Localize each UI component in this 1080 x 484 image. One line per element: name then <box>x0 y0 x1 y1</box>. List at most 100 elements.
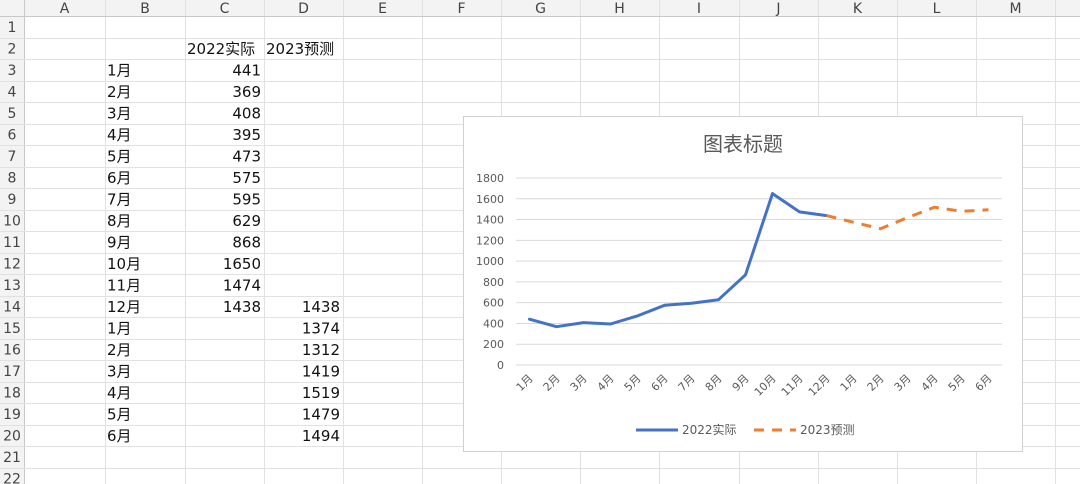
row-header-2[interactable]: 2 <box>8 41 17 57</box>
cell-d17[interactable]: 1419 <box>302 362 340 380</box>
cell-c12[interactable]: 1650 <box>223 255 261 273</box>
cell-b13[interactable]: 11月 <box>107 276 141 294</box>
y-tick-label: 1800 <box>476 172 504 185</box>
cell-c3[interactable]: 441 <box>232 61 261 79</box>
cell-b3[interactable]: 1月 <box>107 61 132 79</box>
cell-d20[interactable]: 1494 <box>302 427 340 445</box>
row-header-5[interactable]: 5 <box>8 106 17 122</box>
cell-b4[interactable]: 2月 <box>107 83 132 101</box>
row-header-15[interactable]: 15 <box>3 321 21 337</box>
x-tick-label: 7月 <box>676 372 698 394</box>
x-tick-label: 4月 <box>919 372 941 394</box>
row-header-11[interactable]: 11 <box>3 235 21 251</box>
cell-c4[interactable]: 369 <box>232 83 261 101</box>
cell-b18[interactable]: 4月 <box>107 384 132 402</box>
y-tick-label: 1000 <box>476 255 504 268</box>
cell-d16[interactable]: 1312 <box>302 341 340 359</box>
cell-c9[interactable]: 595 <box>232 190 261 208</box>
x-tick-label: 5月 <box>622 372 644 394</box>
cell-b14[interactable]: 12月 <box>107 298 141 316</box>
row-header-17[interactable]: 17 <box>3 364 21 380</box>
row-header-16[interactable]: 16 <box>3 342 21 358</box>
column-header-h[interactable]: H <box>614 1 625 17</box>
cell-c8[interactable]: 575 <box>232 169 261 187</box>
cell-d18[interactable]: 1519 <box>302 384 340 402</box>
cell-c5[interactable]: 408 <box>232 104 261 122</box>
cell-d14[interactable]: 1438 <box>302 298 340 316</box>
row-header-22[interactable]: 22 <box>3 471 21 484</box>
row-header-13[interactable]: 13 <box>3 278 21 294</box>
row-header-12[interactable]: 12 <box>3 256 21 272</box>
cell-d19[interactable]: 1479 <box>302 405 340 423</box>
row-header-6[interactable]: 6 <box>8 127 17 143</box>
column-header-k[interactable]: K <box>853 1 863 17</box>
cell-b5[interactable]: 3月 <box>107 104 132 122</box>
y-tick-label: 1600 <box>476 193 504 206</box>
cell-b9[interactable]: 7月 <box>107 190 132 208</box>
row-header-14[interactable]: 14 <box>3 299 21 315</box>
x-tick-label: 10月 <box>752 372 779 399</box>
column-header-c[interactable]: C <box>220 1 230 17</box>
cell-b19[interactable]: 5月 <box>107 405 132 423</box>
row-header-19[interactable]: 19 <box>3 407 21 423</box>
cell-c11[interactable]: 868 <box>232 233 261 251</box>
x-tick-label: 1月 <box>514 372 536 394</box>
y-tick-label: 1200 <box>476 234 504 247</box>
cell-b16[interactable]: 2月 <box>107 341 132 359</box>
cell-b17[interactable]: 3月 <box>107 362 132 380</box>
row-header-7[interactable]: 7 <box>8 149 17 165</box>
x-tick-label: 2月 <box>865 372 887 394</box>
line-chart[interactable]: 图表标题 0 200 400 600 800 1000 1200 1400 1600 1800 1月 2… <box>463 116 1023 452</box>
chart-title: 图表标题 <box>703 132 783 156</box>
x-tick-label: 11月 <box>779 372 806 399</box>
cell-b10[interactable]: 8月 <box>107 212 132 230</box>
row-header-4[interactable]: 4 <box>8 84 17 100</box>
x-tick-label: 9月 <box>730 372 752 394</box>
cell-b12[interactable]: 10月 <box>107 255 141 273</box>
column-header-a[interactable]: A <box>60 1 70 17</box>
cell-d15[interactable]: 1374 <box>302 319 340 337</box>
column-header-e[interactable]: E <box>378 1 387 17</box>
cell-b8[interactable]: 6月 <box>107 169 132 187</box>
cell-b7[interactable]: 5月 <box>107 147 132 165</box>
column-header-j[interactable]: J <box>775 1 780 17</box>
y-tick-label: 800 <box>483 276 504 289</box>
column-header-b[interactable]: B <box>140 1 150 17</box>
cell-c13[interactable]: 1474 <box>223 276 261 294</box>
cell-b11[interactable]: 9月 <box>107 233 132 251</box>
cell-b20[interactable]: 6月 <box>107 427 132 445</box>
row-header-10[interactable]: 10 <box>3 213 21 229</box>
row-header-1[interactable]: 1 <box>8 20 17 36</box>
cell-d2[interactable]: 2023预测 <box>266 40 334 58</box>
row-header-20[interactable]: 20 <box>3 428 21 444</box>
cell-c10[interactable]: 629 <box>232 212 261 230</box>
legend-label: 2022实际 <box>682 422 737 437</box>
x-tick-label: 12月 <box>806 372 833 399</box>
cell-c14[interactable]: 1438 <box>223 298 261 316</box>
row-header-8[interactable]: 8 <box>8 170 17 186</box>
row-header-9[interactable]: 9 <box>8 192 17 208</box>
cell-c2[interactable]: 2022实际 <box>187 40 255 58</box>
x-tick-label: 6月 <box>973 372 995 394</box>
y-tick-label: 0 <box>497 359 504 372</box>
y-tick-label: 1400 <box>476 214 504 227</box>
x-tick-label: 2月 <box>541 372 563 394</box>
x-tick-label: 3月 <box>568 372 590 394</box>
row-header-3[interactable]: 3 <box>8 63 17 79</box>
column-header-g[interactable]: G <box>535 1 546 17</box>
row-header-21[interactable]: 21 <box>3 450 21 466</box>
cell-c7[interactable]: 473 <box>232 147 261 165</box>
x-tick-label: 8月 <box>703 372 725 394</box>
column-header-d[interactable]: D <box>298 1 309 17</box>
cell-b6[interactable]: 4月 <box>107 126 132 144</box>
x-tick-label: 3月 <box>892 372 914 394</box>
column-header-i[interactable]: I <box>697 1 701 17</box>
x-tick-label: 5月 <box>946 372 968 394</box>
column-header-l[interactable]: L <box>933 1 941 17</box>
cell-c6[interactable]: 395 <box>232 126 261 144</box>
cell-b15[interactable]: 1月 <box>107 319 132 337</box>
row-header-18[interactable]: 18 <box>3 385 21 401</box>
column-header-f[interactable]: F <box>457 1 465 17</box>
y-tick-label: 600 <box>483 297 504 310</box>
column-header-m[interactable]: M <box>1009 1 1021 17</box>
